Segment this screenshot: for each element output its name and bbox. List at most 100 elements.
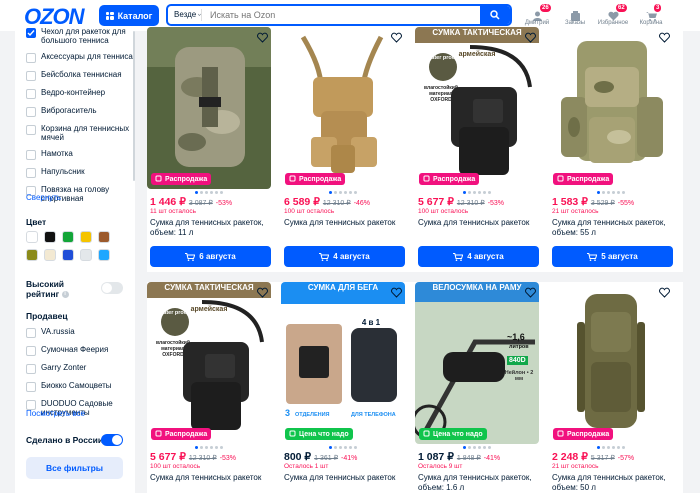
filter-option[interactable]: Сумочная Феерия — [15, 345, 133, 356]
all-filters-button[interactable]: Все фильтры — [26, 457, 123, 479]
image-overlay-text: 840D — [507, 356, 528, 365]
image-overlay-text: влагостойкий материал OXFORD — [424, 85, 458, 103]
add-to-cart-button[interactable]: 6 августа — [150, 246, 271, 267]
image-banner-text: СУМКА ДЛЯ БЕГА — [307, 283, 379, 292]
favorite-heart-icon[interactable] — [525, 285, 536, 298]
product-title[interactable]: Сумка для теннисных ракеток, объем: 1.6 … — [418, 473, 542, 493]
image-carousel-dots[interactable] — [281, 446, 405, 449]
product-title[interactable]: Сумка для теннисных ракеток — [284, 218, 408, 228]
product-title[interactable]: Сумка для теннисных ракеток — [150, 473, 274, 483]
show-all-sellers-link[interactable]: Посмотреть все — [15, 409, 85, 418]
filter-option[interactable]: Аксессуары для тенниса — [15, 52, 133, 63]
catalog-button[interactable]: Каталог — [99, 5, 159, 26]
favorite-heart-icon[interactable] — [659, 285, 670, 298]
checkbox[interactable] — [26, 71, 36, 81]
filter-option[interactable]: Чехол для ракеток для большого тенниса — [15, 27, 133, 45]
checkbox[interactable] — [26, 364, 36, 374]
checkbox[interactable] — [26, 125, 36, 135]
checkbox[interactable] — [26, 382, 36, 392]
product-image[interactable]: СУМКА ДЛЯ БЕГА НА РУКУ 4 в 1 3 ОТДЕЛЕНИЯ ДЛЯ … — [281, 282, 405, 444]
color-swatch[interactable] — [44, 249, 56, 261]
image-carousel-dots[interactable] — [147, 191, 271, 194]
image-carousel-dots[interactable] — [281, 191, 405, 194]
product-image[interactable] — [281, 27, 405, 189]
header-heart-button[interactable]: 62 Избранное — [594, 4, 632, 28]
product-title[interactable]: Сумка для теннисных ракеток — [418, 218, 542, 228]
product-card[interactable]: ВЕЛОСУМКА НА РАМУ ~1,6 литров 840D Нейлон • … — [415, 282, 549, 493]
filter-option-label: Корзина для теннисных мячей — [41, 124, 130, 142]
product-title[interactable]: Сумка для теннисных ракеток — [284, 473, 408, 483]
color-swatch[interactable] — [98, 249, 110, 261]
checkbox[interactable] — [26, 107, 36, 117]
add-to-cart-button[interactable]: 4 августа — [284, 246, 405, 267]
favorite-heart-icon[interactable] — [391, 30, 402, 43]
filter-option[interactable]: Ведро-контейнер — [15, 88, 133, 99]
image-carousel-dots[interactable] — [549, 191, 673, 194]
product-card[interactable]: СУМКА ТАКТИЧЕСКАЯ армейская water proof вла… — [147, 282, 281, 493]
product-card[interactable]: СУМКА ТАКТИЧЕСКАЯ армейская water proof вла… — [415, 27, 549, 272]
checkbox[interactable] — [26, 346, 36, 356]
search-button[interactable] — [480, 6, 510, 24]
promo-tag: Распродажа — [151, 173, 212, 185]
made-in-russia-toggle[interactable] — [101, 434, 123, 446]
favorite-heart-icon[interactable] — [659, 30, 670, 43]
product-image[interactable] — [549, 282, 673, 444]
product-image[interactable] — [549, 27, 673, 189]
search-scope-select[interactable]: Везде — [168, 9, 202, 21]
image-carousel-dots[interactable] — [415, 191, 539, 194]
filter-option[interactable]: Корзина для теннисных мячей — [15, 124, 133, 142]
checkbox[interactable] — [26, 150, 36, 160]
filter-option[interactable]: Биокко Самоцветы — [15, 381, 133, 392]
header-user-button[interactable]: 26 Дмитрий — [518, 4, 556, 28]
filter-option[interactable]: Garry Zonter — [15, 363, 133, 374]
checkbox[interactable] — [26, 28, 36, 38]
product-image[interactable] — [147, 27, 271, 189]
product-card[interactable]: Распродажа 1 583 ₽3 529 ₽ -55% 21 шт остало… — [549, 27, 683, 272]
collapse-link[interactable]: Свернуть — [15, 193, 61, 202]
checkbox[interactable] — [26, 168, 36, 178]
favorite-heart-icon[interactable] — [525, 30, 536, 43]
checkbox[interactable] — [26, 53, 36, 63]
product-title[interactable]: Сумка для теннисных ракеток, объем: 50 л — [552, 473, 676, 493]
filter-option[interactable]: Намотка — [15, 149, 133, 160]
image-carousel-dots[interactable] — [415, 446, 539, 449]
add-to-cart-button[interactable]: 5 августа — [552, 246, 673, 267]
color-swatch[interactable] — [26, 249, 38, 261]
filter-option-label: Аксессуары для тенниса — [41, 52, 133, 61]
color-swatch[interactable] — [62, 231, 74, 243]
image-carousel-dots[interactable] — [147, 446, 271, 449]
product-card[interactable]: СУМКА ДЛЯ БЕГА НА РУКУ 4 в 1 3 ОТДЕЛЕНИЯ ДЛЯ … — [281, 282, 415, 493]
product-card[interactable]: Распродажа 2 248 ₽5 317 ₽ -57% 21 шт остало… — [549, 282, 683, 493]
color-swatch[interactable] — [80, 231, 92, 243]
add-to-cart-button[interactable]: 4 августа — [418, 246, 539, 267]
product-title[interactable]: Сумка для теннисных ракеток, объем: 11 л — [150, 218, 274, 238]
favorite-heart-icon[interactable] — [257, 30, 268, 43]
image-carousel-dots[interactable] — [549, 446, 673, 449]
header-box-button[interactable]: Заказы — [556, 4, 594, 28]
sidebar-scrollbar[interactable] — [133, 31, 135, 181]
product-image[interactable]: ВЕЛОСУМКА НА РАМУ ~1,6 литров 840D Нейлон • … — [415, 282, 539, 444]
filter-option[interactable]: Бейсболка теннисная — [15, 70, 133, 81]
filter-option[interactable]: Напульсник — [15, 167, 133, 178]
favorite-heart-icon[interactable] — [391, 285, 402, 298]
product-card[interactable]: Распродажа 6 589 ₽12 310 ₽ -46% 100 шт оста… — [281, 27, 415, 272]
product-image[interactable]: СУМКА ТАКТИЧЕСКАЯ армейская water proof вла… — [147, 282, 271, 444]
search-input[interactable] — [202, 10, 510, 20]
color-swatch[interactable] — [62, 249, 74, 261]
info-icon[interactable]: i — [61, 291, 69, 299]
checkbox[interactable] — [26, 89, 36, 99]
checkbox[interactable] — [26, 328, 36, 338]
color-swatch[interactable] — [26, 231, 38, 243]
filter-option[interactable]: VA.russia — [15, 327, 133, 338]
color-swatch[interactable] — [44, 231, 56, 243]
image-overlay-text: water proof — [159, 310, 189, 316]
color-swatch[interactable] — [98, 231, 110, 243]
favorite-heart-icon[interactable] — [257, 285, 268, 298]
filter-option[interactable]: Виброгаситель — [15, 106, 133, 117]
high-rating-toggle[interactable] — [101, 282, 123, 294]
product-card[interactable]: Распродажа 1 446 ₽3 087 ₽ -53% 11 шт остало… — [147, 27, 281, 272]
color-swatch[interactable] — [80, 249, 92, 261]
product-title[interactable]: Сумка для теннисных ракеток, объем: 55 л — [552, 218, 676, 238]
header-cart-button[interactable]: 3 Корзина — [632, 4, 670, 28]
product-image[interactable]: СУМКА ТАКТИЧЕСКАЯ армейская water proof вла… — [415, 27, 539, 189]
